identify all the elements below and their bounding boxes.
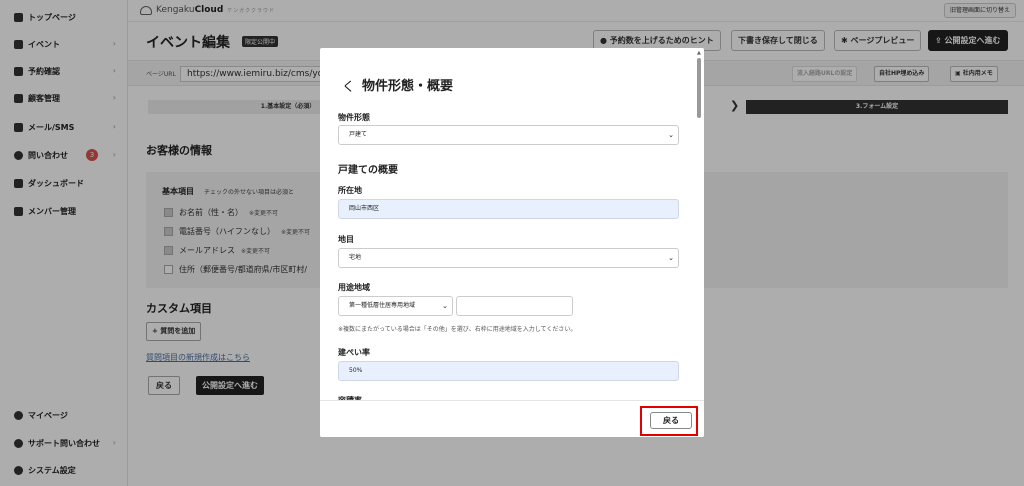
land-category-value: 宅地 bbox=[349, 254, 362, 261]
coverage-ratio-label: 建ぺい率 bbox=[338, 348, 370, 357]
property-modal: く 物件形態・概要 物件形態 戸建て ⌄ 戸建ての概要 所在地 岡山市西区 地目… bbox=[320, 48, 704, 437]
land-category-label: 地目 bbox=[338, 235, 354, 244]
zoning-select[interactable]: 第一種低層住居専用地域 ⌄ bbox=[338, 296, 453, 316]
modal-title: 物件形態・概要 bbox=[362, 79, 454, 94]
location-label: 所在地 bbox=[338, 186, 362, 195]
zoning-label: 用途地域 bbox=[338, 283, 370, 292]
zoning-note: ※複数にまたがっている場合は「その他」を選び、右枠に用途地域を入力してください。 bbox=[338, 326, 577, 333]
land-category-select[interactable]: 宅地 ⌄ bbox=[338, 248, 679, 268]
highlight-box bbox=[640, 406, 698, 436]
chevron-down-icon: ⌄ bbox=[442, 302, 448, 310]
property-type-select[interactable]: 戸建て ⌄ bbox=[338, 125, 679, 145]
scrollbar-thumb[interactable] bbox=[697, 58, 701, 118]
overview-heading: 戸建ての概要 bbox=[338, 165, 398, 176]
chevron-down-icon: ⌄ bbox=[668, 254, 674, 262]
back-arrow-icon[interactable]: く bbox=[342, 76, 355, 95]
chevron-down-icon: ⌄ bbox=[668, 131, 674, 139]
zoning-value: 第一種低層住居専用地域 bbox=[349, 302, 416, 309]
coverage-ratio-input[interactable]: 50% bbox=[338, 361, 679, 381]
zoning-other-input[interactable] bbox=[456, 296, 573, 316]
property-type-value: 戸建て bbox=[349, 131, 368, 138]
scroll-up-icon[interactable]: ▲ bbox=[697, 50, 701, 56]
property-type-label: 物件形態 bbox=[338, 113, 370, 122]
location-input[interactable]: 岡山市西区 bbox=[338, 199, 679, 219]
